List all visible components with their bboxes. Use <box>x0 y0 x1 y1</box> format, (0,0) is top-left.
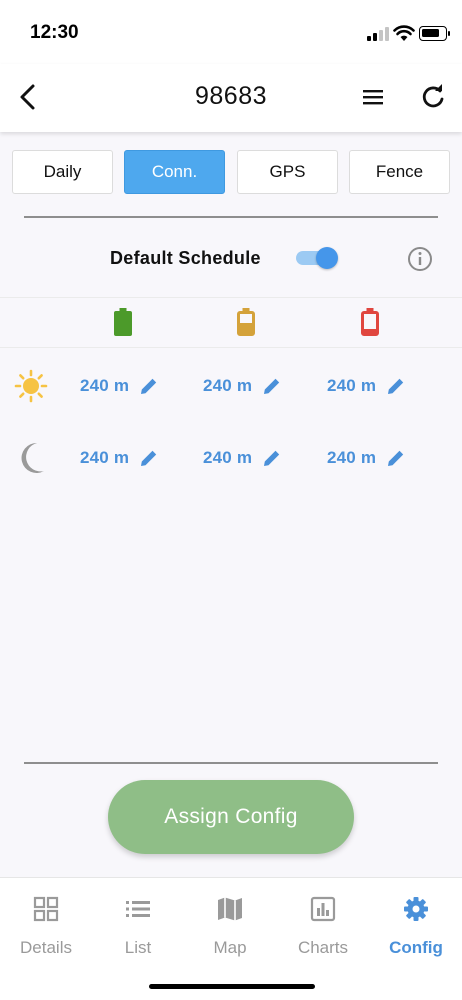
tab-fence[interactable]: Fence <box>349 150 450 194</box>
bar-chart-icon <box>310 896 336 922</box>
day-cell-half[interactable]: 240 m <box>203 364 282 408</box>
night-cell-full[interactable]: 240 m <box>80 436 159 480</box>
day-cell-low[interactable]: 240 m <box>327 364 406 408</box>
cellular-signal-icon <box>367 27 389 41</box>
nav-tab-config[interactable]: Config <box>370 878 462 974</box>
nav-label: Config <box>389 938 443 957</box>
interval-value: 240 m <box>203 448 253 467</box>
list-icon <box>126 901 150 917</box>
nav-label: Details <box>20 938 72 957</box>
gear-icon <box>404 897 428 921</box>
info-icon[interactable] <box>407 246 433 272</box>
edit-pencil-icon[interactable] <box>139 448 159 468</box>
tab-daily[interactable]: Daily <box>12 150 113 194</box>
assign-config-button[interactable]: Assign Config <box>108 780 354 854</box>
wifi-icon <box>393 25 415 41</box>
table-divider <box>0 297 462 298</box>
nav-tab-map[interactable]: Map <box>184 878 276 974</box>
nav-label: Map <box>213 938 247 957</box>
page-title: 98683 <box>194 82 268 110</box>
bottom-divider <box>24 762 438 764</box>
interval-value: 240 m <box>327 376 377 395</box>
edit-pencil-icon[interactable] <box>262 448 282 468</box>
edit-pencil-icon[interactable] <box>139 376 159 396</box>
hamburger-menu-icon[interactable] <box>362 86 384 108</box>
nav-label: Charts <box>297 938 349 957</box>
night-cell-low[interactable]: 240 m <box>327 436 406 480</box>
interval-value: 240 m <box>327 448 377 467</box>
status-time: 12:30 <box>30 22 79 43</box>
default-schedule-label: Default Schedule <box>110 248 261 268</box>
status-bar: 12:30 <box>0 0 462 64</box>
nav-tab-list[interactable]: List <box>92 878 184 974</box>
night-schedule-row: 240 m 240 m 240 m <box>0 436 462 480</box>
default-schedule-toggle[interactable] <box>296 247 340 269</box>
edit-pencil-icon[interactable] <box>262 376 282 396</box>
day-schedule-row: 240 m 240 m 240 m <box>0 364 462 408</box>
edit-pencil-icon[interactable] <box>386 376 406 396</box>
map-icon <box>218 897 242 921</box>
interval-value: 240 m <box>203 376 253 395</box>
moon-icon <box>21 442 44 473</box>
sun-icon <box>14 369 48 403</box>
home-indicator[interactable] <box>149 984 315 989</box>
battery-half-icon <box>237 308 255 336</box>
nav-tab-details[interactable]: Details <box>0 878 92 974</box>
grid-icon <box>33 896 59 922</box>
bottom-navigation: Details List Map Charts Config <box>0 877 462 1000</box>
default-schedule-row: Default Schedule <box>0 236 462 280</box>
day-cell-full[interactable]: 240 m <box>80 364 159 408</box>
nav-tab-charts[interactable]: Charts <box>277 878 369 974</box>
interval-value: 240 m <box>80 448 130 467</box>
header-bar: 98683 <box>0 64 462 132</box>
top-divider <box>24 216 438 218</box>
refresh-icon[interactable] <box>420 84 446 110</box>
night-cell-half[interactable]: 240 m <box>203 436 282 480</box>
battery-full-icon <box>114 308 132 336</box>
config-tabs: Daily Conn. GPS Fence <box>12 150 450 194</box>
table-divider <box>0 347 462 348</box>
battery-status-icon <box>419 26 450 41</box>
battery-low-icon <box>361 308 379 336</box>
interval-value: 240 m <box>80 376 130 395</box>
tab-gps[interactable]: GPS <box>237 150 338 194</box>
edit-pencil-icon[interactable] <box>386 448 406 468</box>
nav-label: List <box>124 938 152 957</box>
tab-conn[interactable]: Conn. <box>124 150 225 194</box>
